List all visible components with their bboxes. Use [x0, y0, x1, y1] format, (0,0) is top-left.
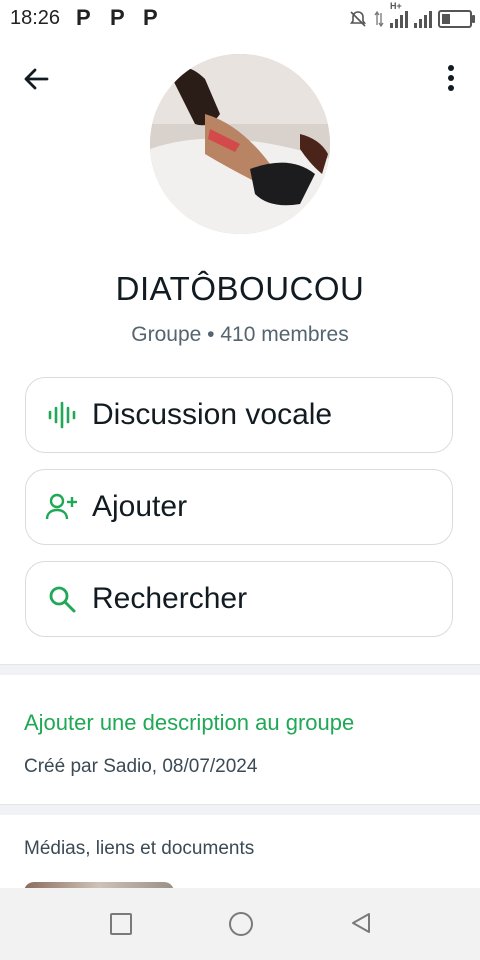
media-section-title[interactable]: Médias, liens et documents [24, 838, 254, 860]
recent-apps-button[interactable] [110, 913, 132, 935]
notification-p-icon: P [76, 5, 91, 30]
more-vertical-icon [448, 65, 454, 91]
group-meta: Groupe • 410 membres [131, 323, 349, 346]
section-divider [0, 804, 480, 815]
created-by-text: Créé par Sadio, 08/07/2024 [24, 756, 258, 777]
group-avatar[interactable] [150, 54, 330, 234]
status-time: 18:26 [10, 7, 61, 29]
notification-p-icon: P [143, 5, 158, 30]
notification-p-icon: P [110, 5, 125, 30]
status-icons: H+ [348, 1, 475, 30]
add-member-button[interactable]: Ajouter [25, 469, 453, 545]
add-member-label: Ajouter [92, 490, 188, 523]
mute-bell-icon [349, 11, 367, 27]
data-arrows-icon [374, 10, 384, 28]
group-name: DIATÔBOUCOU [115, 270, 365, 307]
back-button[interactable] [20, 62, 54, 96]
voice-chat-button[interactable]: Discussion vocale [25, 377, 453, 453]
search-label: Rechercher [92, 582, 248, 615]
battery-icon [438, 10, 475, 28]
system-nav-bar [0, 888, 480, 960]
triangle-back-icon [352, 913, 370, 933]
search-icon [44, 581, 80, 617]
arrow-left-icon [24, 68, 49, 90]
system-back-button[interactable] [349, 911, 373, 935]
add-description-link[interactable]: Ajouter une description au groupe [24, 710, 354, 736]
section-divider [0, 664, 480, 675]
more-options-button[interactable] [440, 62, 462, 96]
voice-waveform-icon [44, 397, 80, 433]
search-button[interactable]: Rechercher [25, 561, 453, 637]
signal-strength-2 [414, 10, 432, 28]
voice-chat-label: Discussion vocale [92, 398, 333, 431]
home-button[interactable] [229, 912, 253, 936]
group-photo [150, 54, 330, 234]
status-bar: 18:26 P P P H+ [0, 0, 480, 38]
network-type-label: H+ [390, 1, 402, 11]
add-person-icon [44, 489, 80, 525]
signal-strength-1: H+ [390, 1, 408, 28]
